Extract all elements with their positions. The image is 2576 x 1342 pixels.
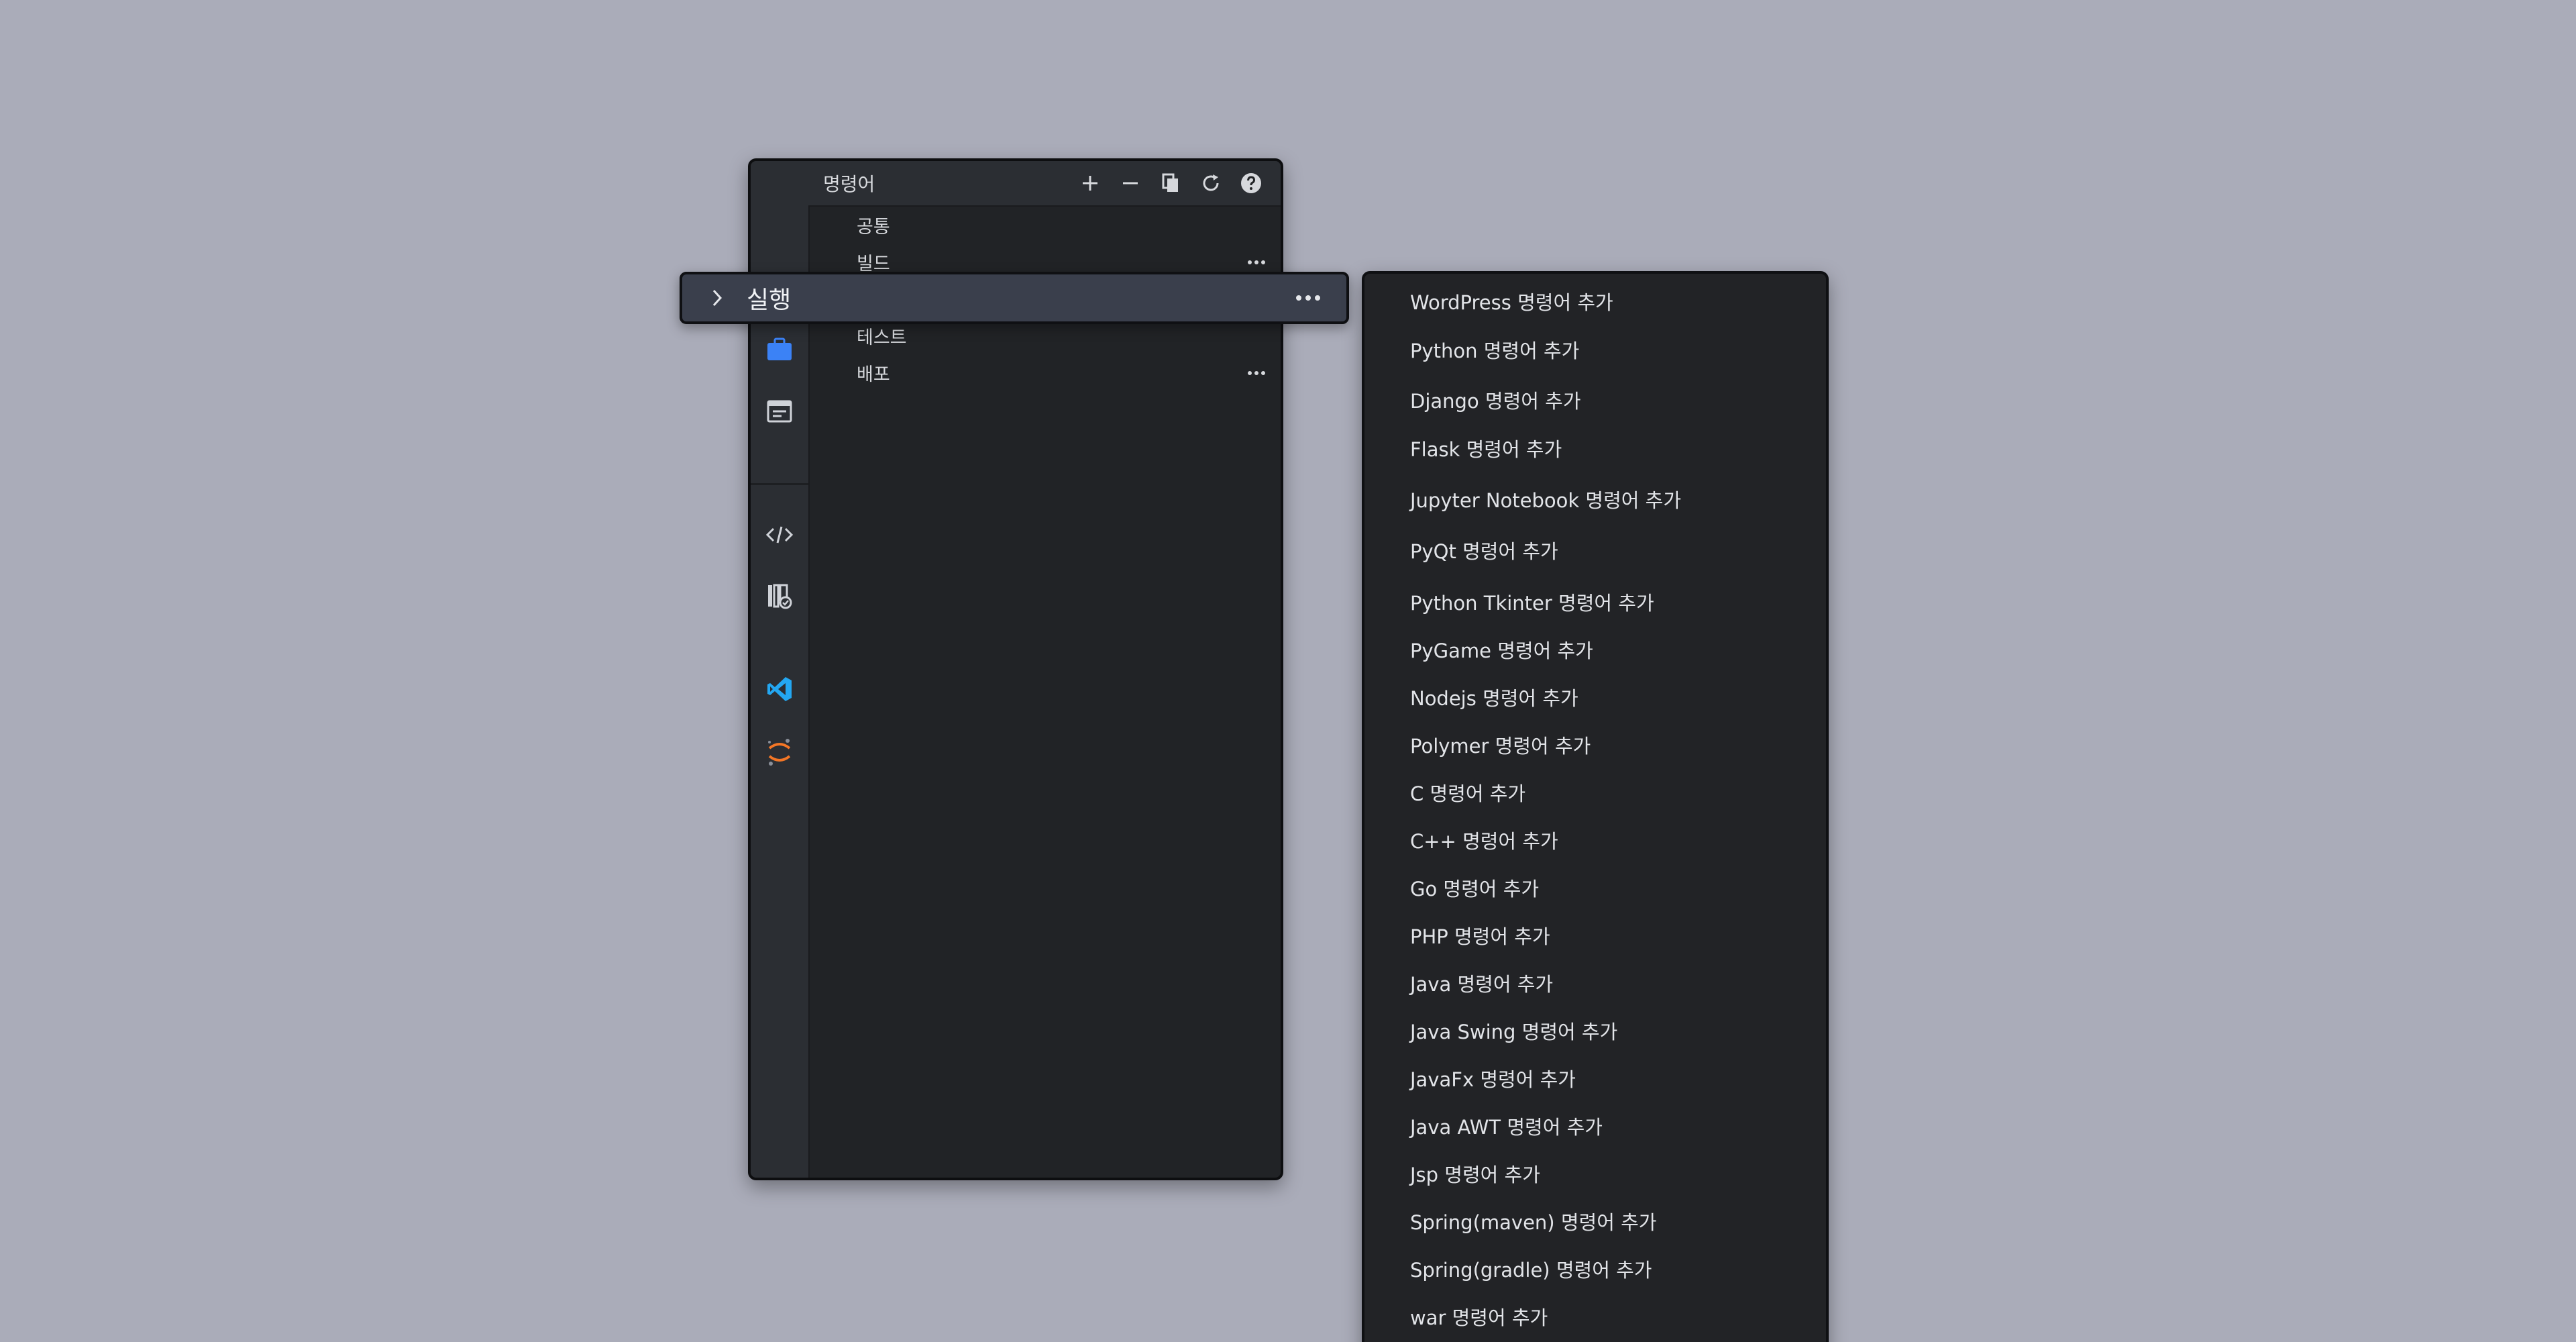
menu-item[interactable]: Jsp 명령어 추가 bbox=[1410, 1162, 1540, 1188]
menu-item[interactable]: C 명령어 추가 bbox=[1410, 780, 1525, 807]
code-icon[interactable] bbox=[751, 511, 808, 558]
remove-icon bbox=[1123, 182, 1138, 185]
menu-item[interactable]: Python 명령어 추가 bbox=[1410, 338, 1579, 364]
tree-item-label: 공통 bbox=[857, 217, 890, 238]
menu-item[interactable]: Nodejs 명령어 추가 bbox=[1410, 685, 1578, 712]
chevron-right-icon[interactable] bbox=[710, 288, 731, 308]
menu-item[interactable]: C++ 명령어 추가 bbox=[1410, 828, 1558, 855]
context-menu: WordPress 명령어 추가 Python 명령어 추가 Django 명령… bbox=[1362, 271, 1829, 1342]
menu-item[interactable]: Java AWT 명령어 추가 bbox=[1410, 1114, 1603, 1141]
menu-item[interactable]: Django 명령어 추가 bbox=[1410, 388, 1581, 415]
refresh-icon bbox=[1203, 174, 1219, 191]
panel-title: 명령어 bbox=[823, 173, 875, 195]
menu-item[interactable]: Flask 명령어 추가 bbox=[1410, 436, 1562, 463]
copy-icon bbox=[1162, 173, 1178, 192]
remove-button[interactable] bbox=[1110, 163, 1150, 203]
add-icon bbox=[1083, 176, 1097, 191]
copy-button[interactable] bbox=[1150, 163, 1191, 203]
menu-item[interactable]: PHP 명령어 추가 bbox=[1410, 923, 1550, 950]
menu-item[interactable]: PyGame 명령어 추가 bbox=[1410, 637, 1593, 664]
menu-item[interactable]: PyQt 명령어 추가 bbox=[1410, 538, 1558, 565]
add-button[interactable] bbox=[1070, 163, 1110, 203]
menu-item[interactable]: Java Swing 명령어 추가 bbox=[1410, 1019, 1617, 1045]
menu-item[interactable]: Go 명령어 추가 bbox=[1410, 876, 1539, 902]
menu-item[interactable]: Spring(gradle) 명령어 추가 bbox=[1410, 1257, 1652, 1284]
menu-item[interactable]: Spring(maven) 명령어 추가 bbox=[1410, 1209, 1656, 1236]
tree-item-run[interactable]: 실행 bbox=[680, 272, 1349, 324]
tree-item-label: 실행 bbox=[747, 287, 792, 314]
panel-header: 명령어 bbox=[808, 161, 1281, 207]
tree-item-common[interactable]: 공통 bbox=[808, 207, 1281, 244]
desktop-background: 명령어 공통 빌드 테스트 배포 실행 WordPress 명령어 추가 Pyt… bbox=[0, 0, 2576, 1342]
vscode-icon[interactable] bbox=[751, 666, 808, 713]
menu-item[interactable]: JavaFx 명령어 추가 bbox=[1410, 1066, 1576, 1093]
help-icon bbox=[1241, 173, 1261, 193]
tree-item-deploy[interactable]: 배포 bbox=[808, 354, 1281, 391]
menu-item[interactable]: WordPress 명령어 추가 bbox=[1410, 289, 1613, 316]
browser-window-icon[interactable] bbox=[751, 388, 808, 435]
menu-item[interactable]: war 명령어 추가 bbox=[1410, 1304, 1548, 1331]
jupyter-icon[interactable] bbox=[751, 729, 808, 776]
tree-item-label: 배포 bbox=[857, 364, 890, 385]
menu-item[interactable]: Java 명령어 추가 bbox=[1410, 971, 1553, 998]
library-icon[interactable] bbox=[751, 573, 808, 620]
refresh-button[interactable] bbox=[1191, 163, 1231, 203]
menu-item[interactable]: Jupyter Notebook 명령어 추가 bbox=[1410, 487, 1681, 514]
help-button[interactable] bbox=[1231, 163, 1271, 203]
tree-item-label: 테스트 bbox=[857, 327, 907, 348]
more-icon[interactable] bbox=[1247, 354, 1266, 391]
briefcase-icon[interactable] bbox=[751, 326, 808, 373]
more-icon[interactable] bbox=[1295, 295, 1321, 301]
activity-separator bbox=[751, 483, 808, 485]
menu-item[interactable]: Polymer 명령어 추가 bbox=[1410, 733, 1591, 760]
menu-item[interactable]: Python Tkinter 명령어 추가 bbox=[1410, 590, 1654, 617]
